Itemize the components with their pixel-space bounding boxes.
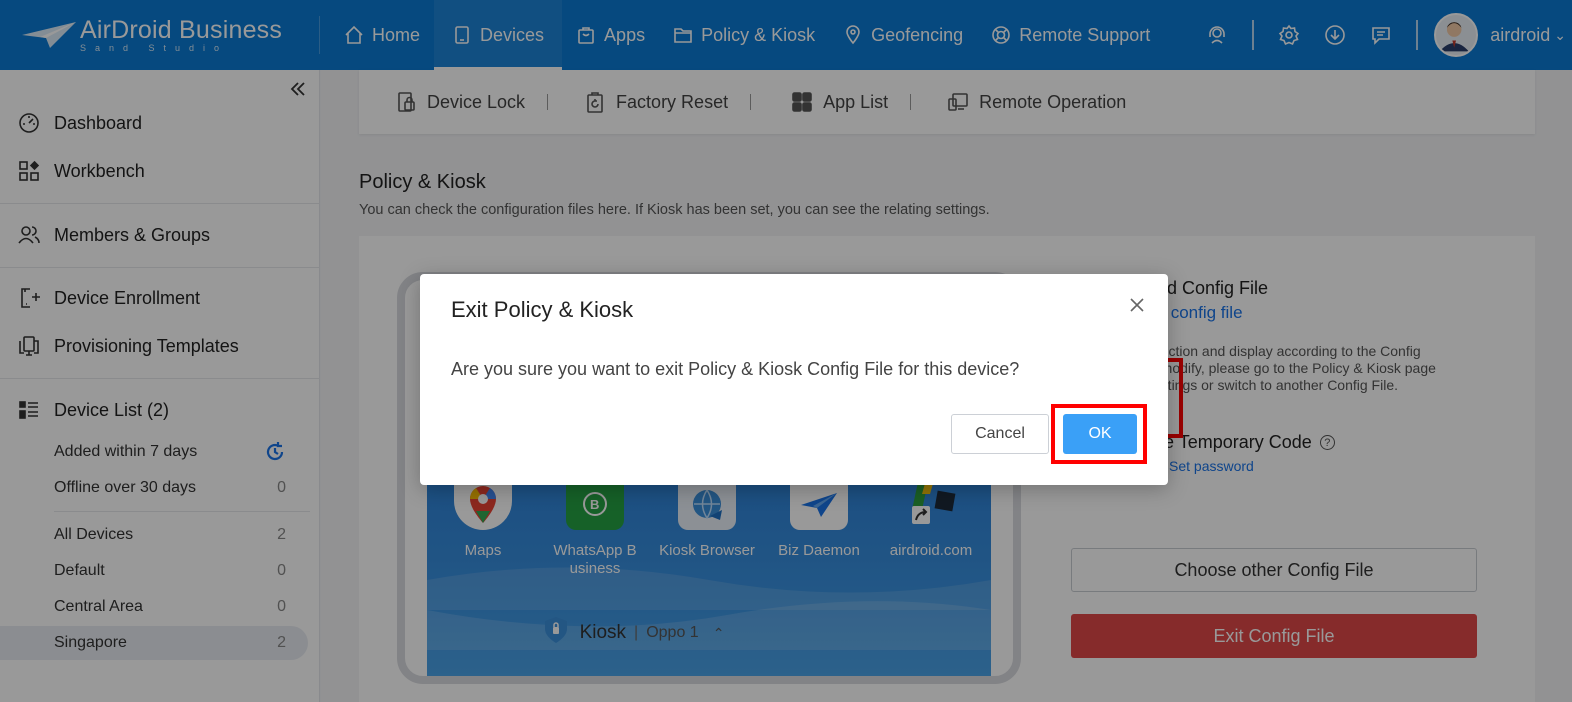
dialog-title: Exit Policy & Kiosk bbox=[451, 297, 634, 322]
dialog-message: Are you sure you want to exit Policy & K… bbox=[451, 359, 1020, 379]
ok-button-highlight bbox=[1051, 404, 1147, 464]
exit-policy-dialog: Exit Policy & Kiosk Are you sure you wan… bbox=[420, 274, 1168, 485]
cancel-button[interactable]: Cancel bbox=[951, 414, 1049, 454]
close-icon[interactable] bbox=[1128, 296, 1148, 316]
